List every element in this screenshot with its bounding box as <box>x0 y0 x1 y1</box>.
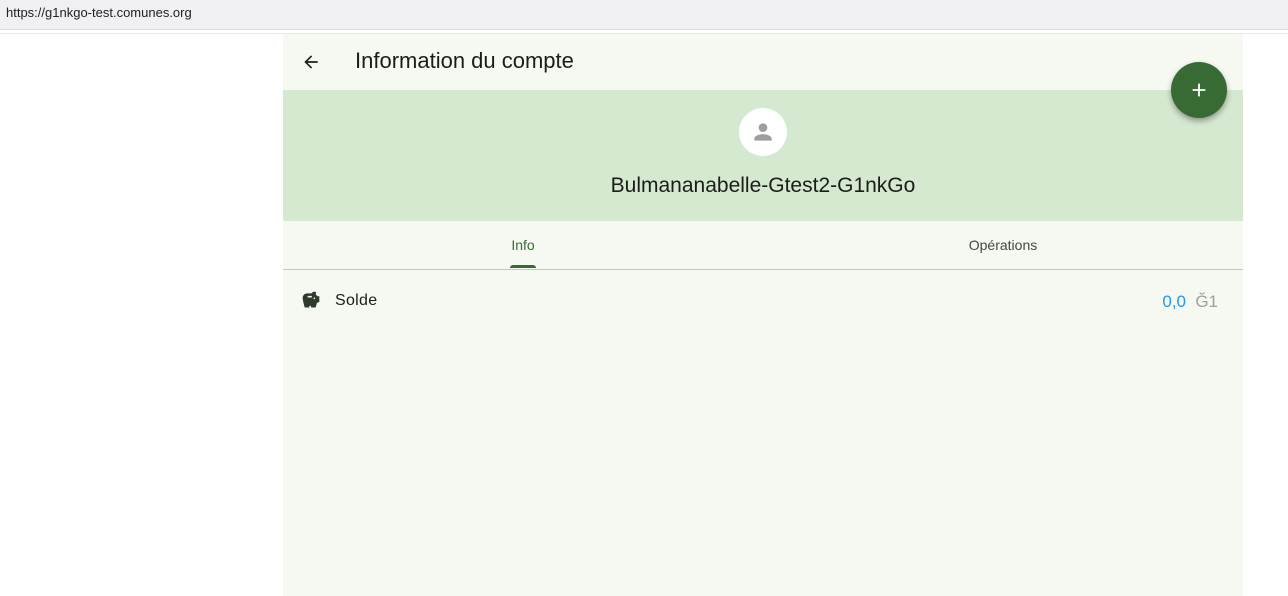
add-icon <box>1192 83 1206 97</box>
browser-address-bar[interactable]: https://g1nkgo-test.comunes.org <box>0 0 1288 30</box>
tab-bar: Info Opérations <box>283 221 1243 270</box>
tab-indicator <box>510 265 536 268</box>
url-text[interactable]: https://g1nkgo-test.comunes.org <box>6 5 192 20</box>
balance-value: 0,0 <box>1162 292 1186 311</box>
avatar <box>739 108 787 156</box>
person-icon <box>754 123 772 141</box>
account-header: Bulmananabelle-Gtest2-G1nkGo <box>283 90 1243 221</box>
account-name: Bulmananabelle-Gtest2-G1nkGo <box>610 174 916 197</box>
back-button[interactable] <box>295 46 327 78</box>
app-bar: Information du compte <box>283 34 1243 90</box>
account-info-page: Information du compte Bulmananabelle-Gte… <box>283 34 1243 596</box>
tab-info[interactable]: Info <box>283 221 763 269</box>
add-button[interactable] <box>1171 62 1227 118</box>
arrow-back-icon <box>304 55 318 69</box>
balance-label: Solde <box>335 292 378 309</box>
page-title: Information du compte <box>355 48 574 73</box>
tab-operations[interactable]: Opérations <box>763 221 1243 269</box>
currency-unit: Ğ1 <box>1195 292 1218 311</box>
piggy-bank-icon <box>302 291 320 308</box>
balance-row[interactable]: Solde 0,0 Ğ1 <box>283 270 1243 330</box>
